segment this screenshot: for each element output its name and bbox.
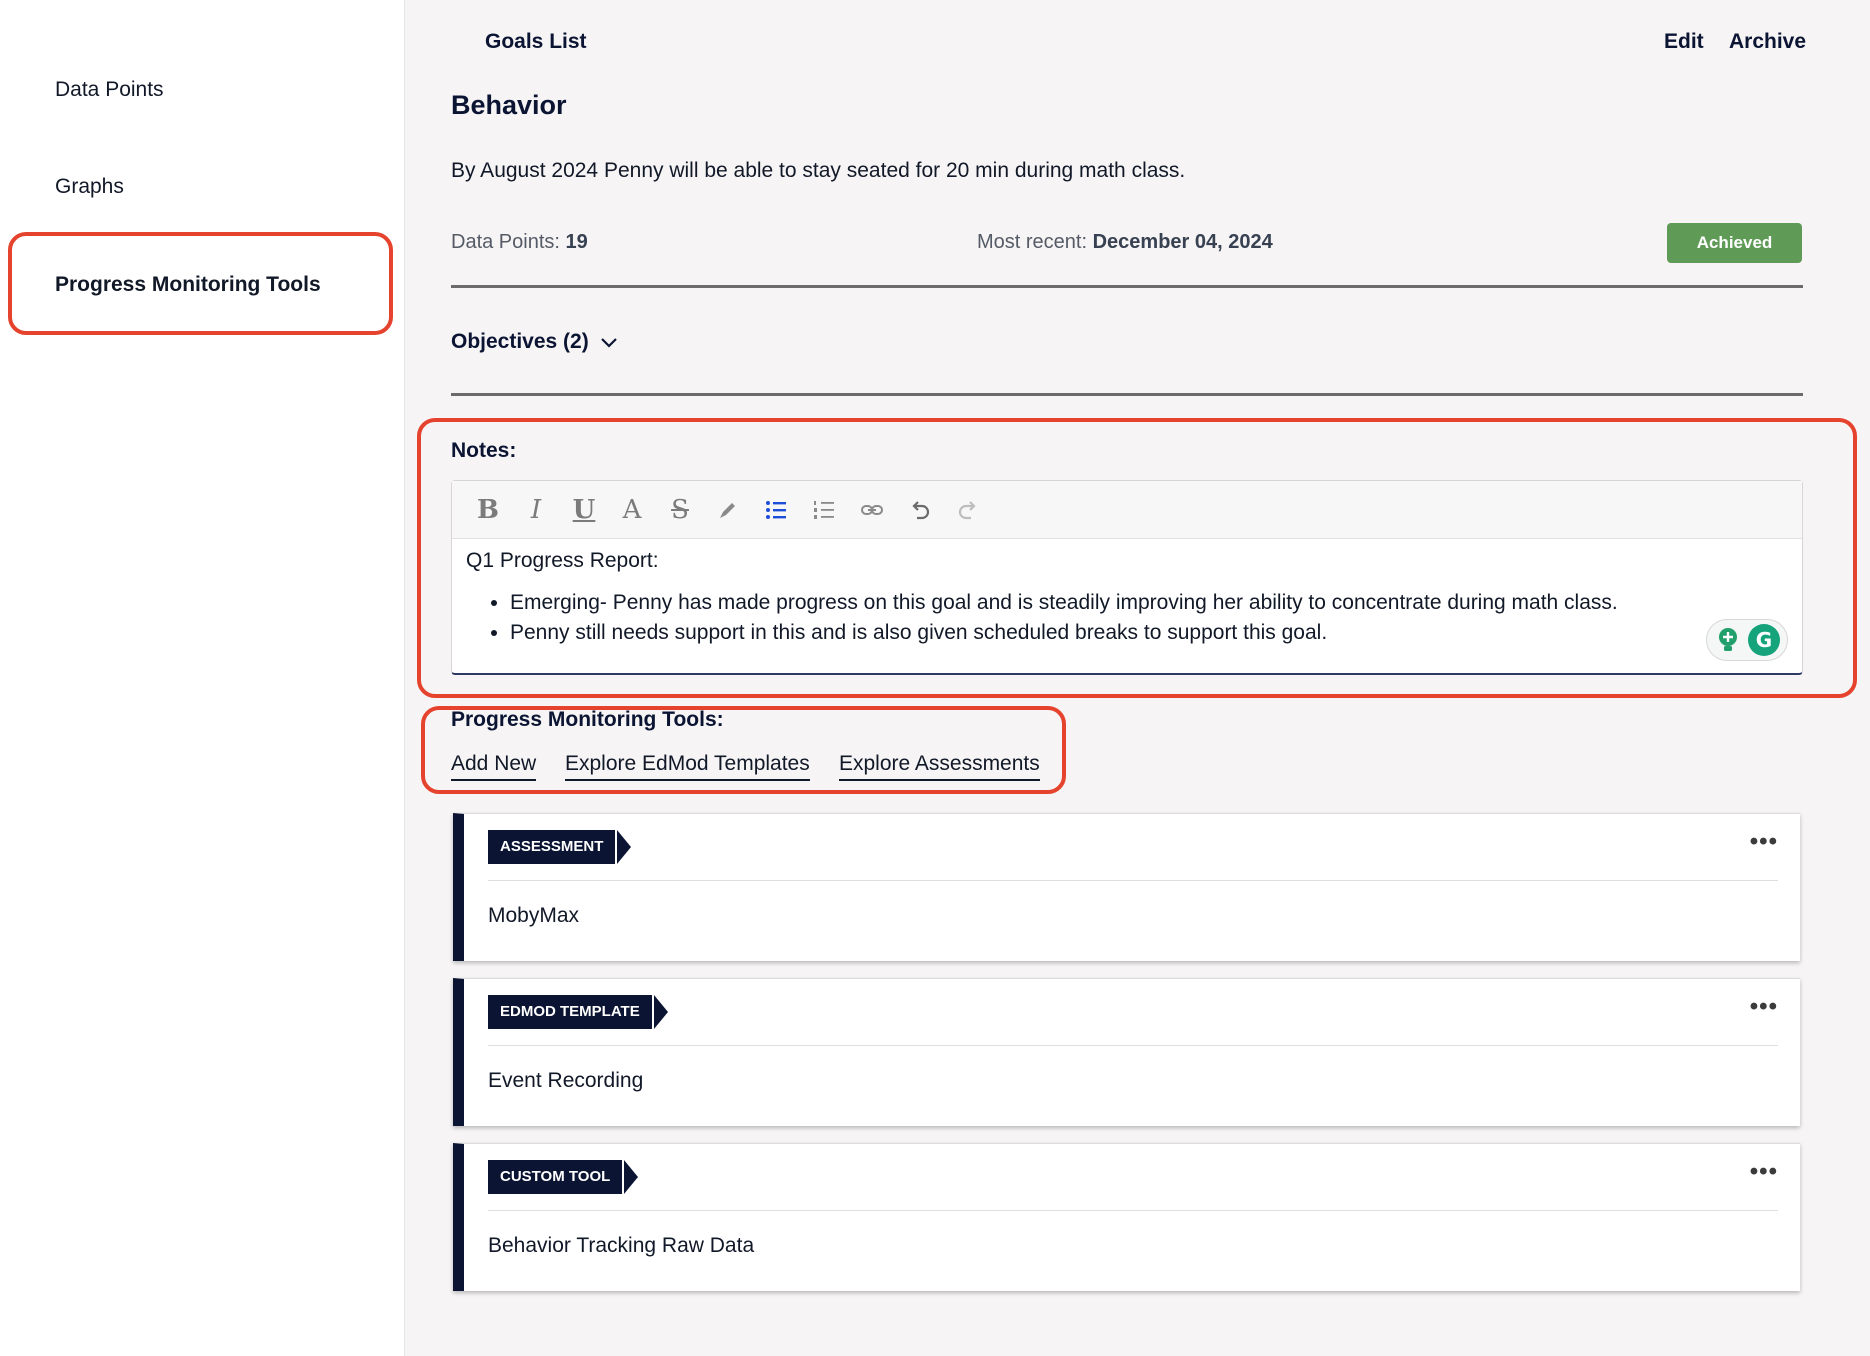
tool-type-tag: ASSESSMENT xyxy=(488,830,632,864)
redo-button[interactable] xyxy=(944,490,992,530)
sidebar: Data Points Graphs Progress Monitoring T… xyxy=(0,0,405,1356)
grammarly-icon: G xyxy=(1748,624,1780,656)
link-icon xyxy=(861,504,883,515)
editor-toolbar: B I U A S xyxy=(452,481,1802,539)
tool-name[interactable]: MobyMax xyxy=(488,904,579,928)
most-recent: Most recent: December 04, 2024 xyxy=(977,231,1273,254)
bold-icon: B xyxy=(477,494,499,525)
tool-name[interactable]: Event Recording xyxy=(488,1069,643,1093)
font-color-button[interactable]: A xyxy=(608,490,656,530)
link-button[interactable] xyxy=(848,490,896,530)
explore-assessments-link[interactable]: Explore Assessments xyxy=(839,752,1040,781)
underline-icon: U xyxy=(572,494,596,525)
pmt-label: Progress Monitoring Tools: xyxy=(451,708,724,731)
data-points-value: 19 xyxy=(565,231,588,253)
list-item: Emerging- Penny has made progress on thi… xyxy=(510,591,1702,615)
chevron-down-icon xyxy=(600,338,617,348)
list-item: Penny still needs support in this and is… xyxy=(510,621,1702,645)
bullet-list-icon xyxy=(766,500,786,519)
divider xyxy=(451,285,1803,288)
editor-content[interactable]: Q1 Progress Report: Emerging- Penny has … xyxy=(466,549,1702,651)
goals-list-link[interactable]: Goals List xyxy=(485,30,587,54)
goal-title: Behavior xyxy=(451,90,567,120)
notes-bullet-list: Emerging- Penny has made progress on thi… xyxy=(510,591,1702,645)
notes-heading: Q1 Progress Report: xyxy=(466,549,659,572)
divider xyxy=(488,880,1778,881)
tool-card[interactable]: ASSESSMENT ••• MobyMax xyxy=(453,813,1800,961)
undo-button[interactable] xyxy=(896,490,944,530)
sidebar-item-progress-monitoring-tools[interactable]: Progress Monitoring Tools xyxy=(55,273,321,297)
objectives-toggle[interactable]: Objectives (2) xyxy=(451,330,619,354)
strikethrough-icon: S xyxy=(671,494,689,525)
tool-name[interactable]: Behavior Tracking Raw Data xyxy=(488,1234,754,1258)
divider xyxy=(488,1045,1778,1046)
strikethrough-button[interactable]: S xyxy=(656,490,704,530)
bold-button[interactable]: B xyxy=(464,490,512,530)
highlight-icon xyxy=(720,502,735,518)
edit-link[interactable]: Edit xyxy=(1664,30,1704,54)
explore-edmod-templates-link[interactable]: Explore EdMod Templates xyxy=(565,752,810,781)
most-recent-value: December 04, 2024 xyxy=(1092,231,1273,253)
numbered-list-icon xyxy=(814,500,834,519)
archive-link[interactable]: Archive xyxy=(1729,30,1806,54)
divider xyxy=(451,393,1803,396)
grammarly-widget[interactable]: G xyxy=(1706,619,1788,661)
tool-type-tag: CUSTOM TOOL xyxy=(488,1160,639,1194)
svg-text:G: G xyxy=(1756,628,1772,652)
bullet-list-button[interactable] xyxy=(752,490,800,530)
undo-icon xyxy=(912,500,930,519)
italic-icon: I xyxy=(530,494,542,525)
sidebar-item-graphs[interactable]: Graphs xyxy=(55,175,124,199)
goal-description: By August 2024 Penny will be able to sta… xyxy=(451,159,1186,182)
objectives-label: Objectives (2) xyxy=(451,330,589,353)
divider xyxy=(488,1210,1778,1211)
status-badge: Achieved xyxy=(1667,223,1802,263)
tool-card[interactable]: EDMOD TEMPLATE ••• Event Recording xyxy=(453,978,1800,1126)
italic-button[interactable]: I xyxy=(512,490,560,530)
most-recent-label: Most recent: xyxy=(977,231,1088,253)
highlight-button[interactable] xyxy=(704,490,752,530)
underline-button[interactable]: U xyxy=(560,490,608,530)
more-options-icon[interactable]: ••• xyxy=(1750,1158,1778,1186)
numbered-list-button[interactable] xyxy=(800,490,848,530)
more-options-icon[interactable]: ••• xyxy=(1750,993,1778,1021)
more-options-icon[interactable]: ••• xyxy=(1750,828,1778,856)
tool-card[interactable]: CUSTOM TOOL ••• Behavior Tracking Raw Da… xyxy=(453,1143,1800,1291)
sidebar-item-data-points[interactable]: Data Points xyxy=(55,78,164,102)
add-new-link[interactable]: Add New xyxy=(451,752,537,781)
notes-editor[interactable]: B I U A S Q1 Progress Report: • Emerging… xyxy=(451,480,1803,675)
data-points-label: Data Points: xyxy=(451,231,560,253)
font-color-icon: A xyxy=(622,494,642,525)
lightbulb-icon xyxy=(1719,628,1737,651)
notes-label: Notes: xyxy=(451,439,517,462)
data-points-count: Data Points: 19 xyxy=(451,231,588,254)
tool-type-tag: EDMOD TEMPLATE xyxy=(488,995,668,1029)
redo-icon xyxy=(958,500,976,519)
